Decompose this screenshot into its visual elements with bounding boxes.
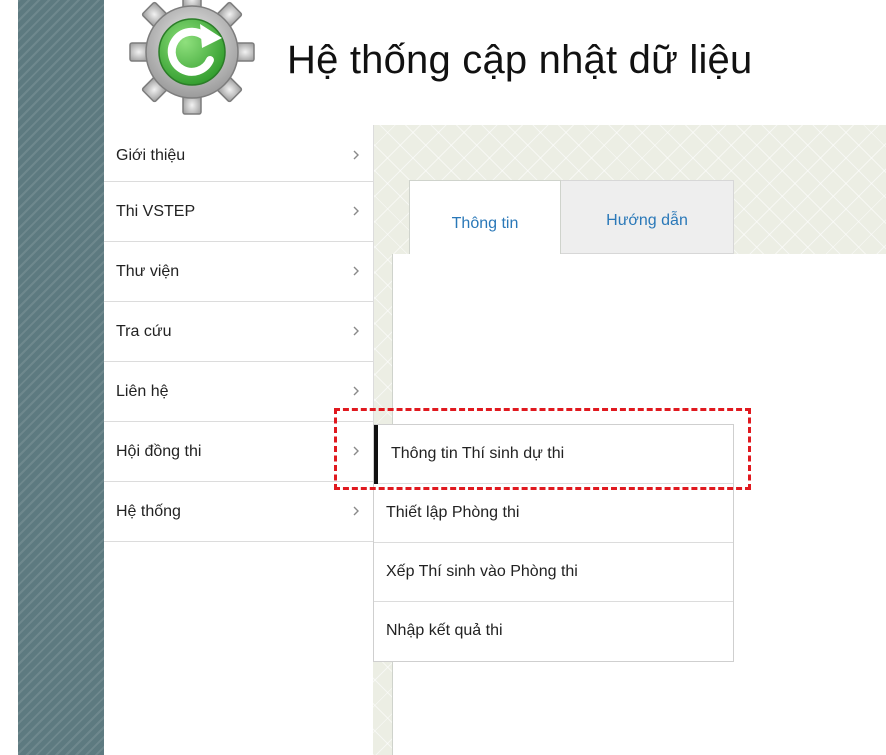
nav-item-label: Giới thiệu [116,147,186,164]
nav-item-gioi-thieu[interactable]: Giới thiệu [104,125,373,182]
left-decorative-stripe [18,0,104,755]
tab-huong-dan[interactable]: Hướng dẫn [561,180,734,254]
chevron-right-icon [353,150,359,160]
chevron-right-icon [353,446,359,456]
chevron-right-icon [353,326,359,336]
submenu-item-label: Thông tin Thí sinh dự thi [391,445,565,462]
submenu-item-label: Xếp Thí sinh vào Phòng thi [386,563,578,580]
submenu-item-thong-tin-thi-sinh[interactable]: Thông tin Thí sinh dự thi [374,425,733,484]
submenu-item-label: Thiết lập Phòng thi [386,504,520,521]
nav-item-he-thong[interactable]: Hệ thống [104,482,373,542]
tab-label: Thông tin [451,215,519,232]
active-indicator [374,425,378,484]
gear-refresh-icon [129,0,255,115]
tab-thong-tin[interactable]: Thông tin [409,180,561,254]
header: Hệ thống cập nhật dữ liệu [104,0,886,125]
chevron-right-icon [353,266,359,276]
main-nav-menu: Giới thiệu Thi VSTEP Thư viện Tra cứu Li… [104,125,374,542]
nav-item-tra-cuu[interactable]: Tra cứu [104,302,373,362]
submenu-item-xep-thi-sinh[interactable]: Xếp Thí sinh vào Phòng thi [374,543,733,602]
nav-item-label: Liên hệ [116,383,169,400]
nav-item-label: Hệ thống [116,503,181,520]
nav-item-label: Tra cứu [116,323,172,340]
nav-item-thi-vstep[interactable]: Thi VSTEP [104,182,373,242]
submenu-item-thiet-lap-phong-thi[interactable]: Thiết lập Phòng thi [374,484,733,543]
submenu-hoi-dong-thi: Thông tin Thí sinh dự thi Thiết lập Phòn… [373,424,734,662]
nav-item-label: Thư viện [116,263,180,280]
submenu-item-nhap-ket-qua[interactable]: Nhập kết quả thi [374,602,733,661]
nav-item-hoi-dong-thi[interactable]: Hội đồng thi [104,422,373,482]
nav-item-label: Hội đồng thi [116,443,202,460]
submenu-item-label: Nhập kết quả thi [386,622,503,639]
nav-item-label: Thi VSTEP [116,203,196,220]
chevron-right-icon [353,206,359,216]
tab-label: Hướng dẫn [606,212,688,229]
nav-item-thu-vien[interactable]: Thư viện [104,242,373,302]
chevron-right-icon [353,506,359,516]
page-title: Hệ thống cập nhật dữ liệu [287,38,753,82]
chevron-right-icon [353,386,359,396]
nav-item-lien-he[interactable]: Liên hệ [104,362,373,422]
